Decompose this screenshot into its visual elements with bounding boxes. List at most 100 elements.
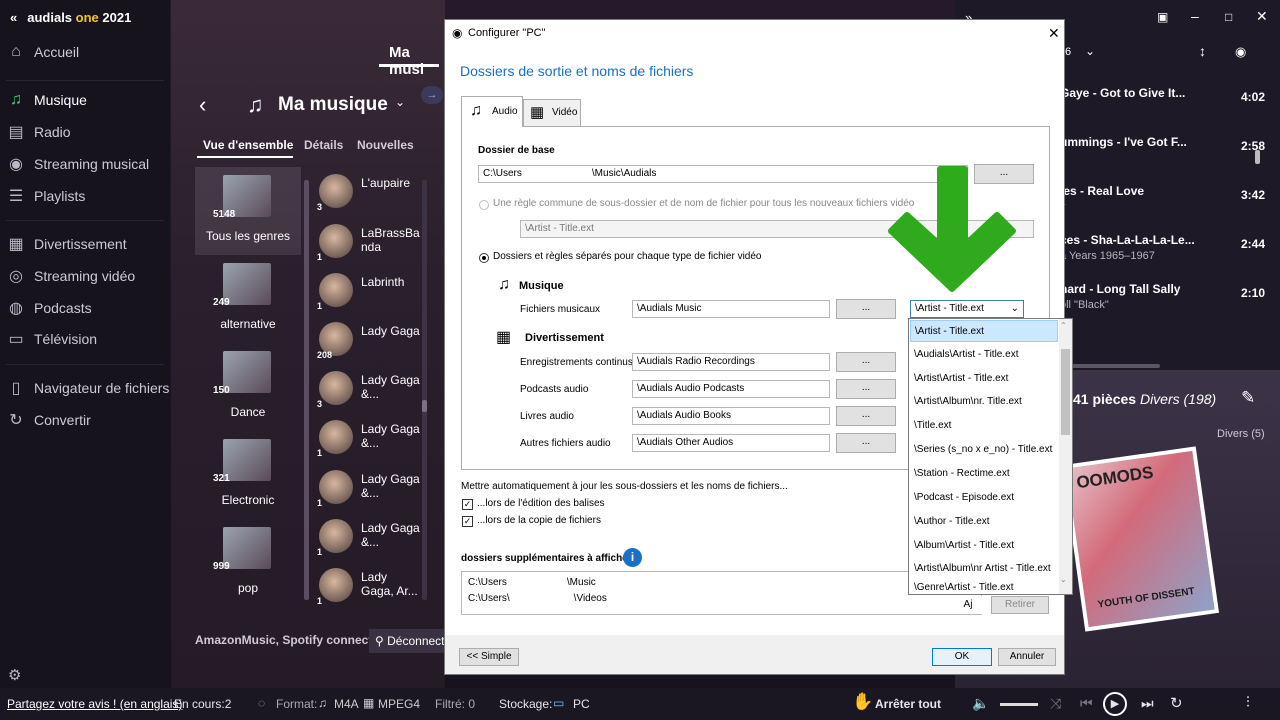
genre-tile[interactable]: 150 Dance: [195, 343, 301, 431]
shuffle-icon[interactable]: ⤨: [1050, 695, 1061, 712]
layout-icon[interactable]: ▣: [1157, 10, 1168, 24]
remove-folder-button[interactable]: Retirer: [991, 596, 1049, 614]
edit-icon[interactable]: ✎: [1241, 388, 1255, 408]
close-icon[interactable]: ✕: [1256, 8, 1268, 25]
cancel-button[interactable]: Annuler: [998, 648, 1056, 666]
extra-folders-list[interactable]: C:\Users \Music C:\Users\ \Videos: [461, 571, 982, 615]
checkbox-edit-tags[interactable]: ✓: [462, 499, 473, 510]
sidebar-item-musique[interactable]: ♫ Musique: [6, 88, 87, 112]
scroll-up-icon[interactable]: ⌃: [1060, 321, 1067, 330]
artist-item[interactable]: L'aupaire 3: [317, 172, 427, 216]
subtab-overview[interactable]: Vue d'ensemble: [203, 138, 293, 152]
ent-row-path[interactable]: \Audials Other Audios: [632, 434, 830, 452]
artist-item[interactable]: LaBrassBa nda 1: [317, 222, 427, 266]
track-row[interactable]: ces - Sha-La-La-La-Le... a Years 1965–196…: [1060, 233, 1265, 281]
eye-icon[interactable]: ◉: [1235, 44, 1246, 60]
format-video[interactable]: MPEG4: [378, 697, 420, 711]
genre-tile[interactable]: 999 pop: [195, 519, 301, 607]
equalizer-icon[interactable]: ⫶: [1246, 694, 1250, 711]
browse-ent-button[interactable]: ...: [836, 433, 896, 453]
stockage-value[interactable]: PC: [573, 697, 590, 711]
genre-tile[interactable]: 5148 Tous les genres: [195, 167, 301, 255]
artist-item[interactable]: Lady Gaga, Ar... 1: [317, 566, 427, 610]
add-folder-button[interactable]: Aj: [952, 596, 984, 614]
tab-ma-musique[interactable]: Ma musi: [389, 44, 445, 78]
dropdown-option[interactable]: \Station - Rectime.ext: [910, 463, 1058, 485]
dropdown-option[interactable]: \Artist\Artist - Title.ext: [910, 368, 1058, 390]
artist-scrollbar[interactable]: [422, 180, 427, 600]
dropdown-option[interactable]: \Artist\Album\nr Artist - Title.ext: [910, 558, 1058, 580]
browse-ent-button[interactable]: ...: [836, 379, 896, 399]
maximize-icon[interactable]: □: [1225, 10, 1232, 24]
artist-item[interactable]: Lady Gaga &... 3: [317, 369, 427, 413]
dropdown-option[interactable]: \Artist\Album\nr. Title.ext: [910, 391, 1058, 413]
dropdown-option[interactable]: \Genre\Artist - Title.ext: [910, 582, 1058, 594]
radio-common-rule[interactable]: [479, 200, 489, 210]
artist-scrollbar-thumb[interactable]: [422, 400, 427, 412]
chevron-down-icon[interactable]: ⌄: [395, 95, 405, 109]
dropdown-option[interactable]: \Audials\Artist - Title.ext: [910, 344, 1058, 366]
tracks-scrollbar-thumb[interactable]: [1255, 150, 1260, 164]
pattern-dropdown-list[interactable]: \Artist - Title.ext \Audials\Artist - Ti…: [908, 318, 1073, 595]
ent-row-path[interactable]: \Audials Audio Podcasts: [632, 380, 830, 398]
genre-tile[interactable]: 321 Electronic: [195, 431, 301, 519]
minimize-icon[interactable]: –: [1191, 8, 1199, 24]
radio-separate-rules[interactable]: [479, 253, 489, 263]
back-arrow-icon[interactable]: ‹: [199, 92, 206, 118]
sidebar-item-television[interactable]: ▭ Télévision: [6, 327, 97, 351]
sidebar-item-streaming-video[interactable]: ◎ Streaming vidéo: [6, 264, 135, 288]
browse-ent-button[interactable]: ...: [836, 352, 896, 372]
dropdown-option[interactable]: \Author - Title.ext: [910, 511, 1058, 533]
volume-icon[interactable]: 🔈: [972, 695, 989, 712]
volume-slider[interactable]: [1000, 703, 1038, 706]
music-pattern-select[interactable]: \Artist - Title.ext ⌄: [910, 300, 1024, 318]
artist-item[interactable]: Labrinth 1: [317, 271, 427, 315]
checkbox-copy-files[interactable]: ✓: [462, 516, 473, 527]
ent-row-path[interactable]: \Audials Audio Books: [632, 407, 830, 425]
scroll-down-icon[interactable]: ⌄: [1060, 575, 1067, 584]
sidebar-item-podcasts[interactable]: ◍ Podcasts: [6, 296, 92, 320]
info-icon[interactable]: i: [623, 548, 642, 567]
dropdown-scrollbar-thumb[interactable]: [1061, 349, 1070, 435]
track-row[interactable]: hard - Long Tall Sally oll "Black" 2:10: [1060, 282, 1265, 330]
next-icon[interactable]: ⏭: [1141, 695, 1154, 712]
track-row[interactable]: Gaye - Got to Give It... 4:02: [1060, 86, 1265, 134]
play-button[interactable]: ▶: [1103, 692, 1127, 716]
sidebar-item-accueil[interactable]: ⌂ Accueil: [6, 40, 79, 64]
panel-handle[interactable]: [1070, 364, 1160, 368]
collapse-icon[interactable]: «: [10, 10, 17, 25]
browse-ent-button[interactable]: ...: [836, 406, 896, 426]
dropdown-option[interactable]: \Podcast - Episode.ext: [910, 487, 1058, 509]
dropdown-option[interactable]: \Series (s_no x e_no) - Title.ext: [910, 439, 1058, 461]
artist-item[interactable]: Lady Gaga &... 1: [317, 517, 427, 561]
sidebar-item-radio[interactable]: ▤ Radio: [6, 120, 70, 144]
dropdown-option[interactable]: \Title.ext: [910, 415, 1058, 437]
previous-icon[interactable]: ⏮: [1080, 695, 1093, 712]
dropdown-scrollbar[interactable]: ⌃ ⌄: [1059, 319, 1072, 594]
browse-music-button[interactable]: ...: [836, 299, 896, 319]
artist-item[interactable]: Lady Gaga &... 1: [317, 468, 427, 512]
forward-icon[interactable]: →: [421, 86, 443, 104]
sidebar-item-convertir[interactable]: ↻ Convertir: [6, 408, 91, 432]
stop-all-button[interactable]: Arrêter tout: [875, 697, 941, 711]
feedback-link[interactable]: Partagez votre avis ! (en anglais): [7, 697, 182, 711]
subtab-details[interactable]: Détails: [304, 138, 343, 152]
settings-icon[interactable]: ⚙: [8, 666, 21, 684]
track-row[interactable]: ummings - I've Got F... 2:58: [1060, 135, 1265, 183]
artist-item[interactable]: Lady Gaga 208: [317, 320, 427, 364]
ent-row-path[interactable]: \Audials Radio Recordings: [632, 353, 830, 371]
sidebar-item-divertissement[interactable]: ▦ Divertissement: [6, 232, 126, 256]
chevron-down-icon[interactable]: ⌄: [1085, 44, 1095, 58]
music-files-path[interactable]: \Audials Music: [632, 300, 830, 318]
sidebar-item-navigateur[interactable]: ▯ Navigateur de fichiers: [6, 376, 170, 400]
extra-folder-item[interactable]: C:\Users\ \Videos: [468, 593, 607, 604]
tab-audio[interactable]: ♫ Audio: [461, 96, 523, 127]
track-row[interactable]: les - Real Love y3:42: [1060, 184, 1265, 232]
disconnect-button[interactable]: ⚲ Déconnect: [369, 629, 449, 653]
extra-folder-item[interactable]: C:\Users \Music: [468, 577, 596, 588]
sidebar-item-playlists[interactable]: ☰ Playlists: [6, 184, 86, 208]
format-audio[interactable]: M4A: [334, 697, 359, 711]
subtab-nouvelles[interactable]: Nouvelles: [357, 138, 414, 152]
dropdown-option[interactable]: \Artist - Title.ext: [910, 320, 1058, 342]
simple-button[interactable]: << Simple: [459, 648, 519, 666]
